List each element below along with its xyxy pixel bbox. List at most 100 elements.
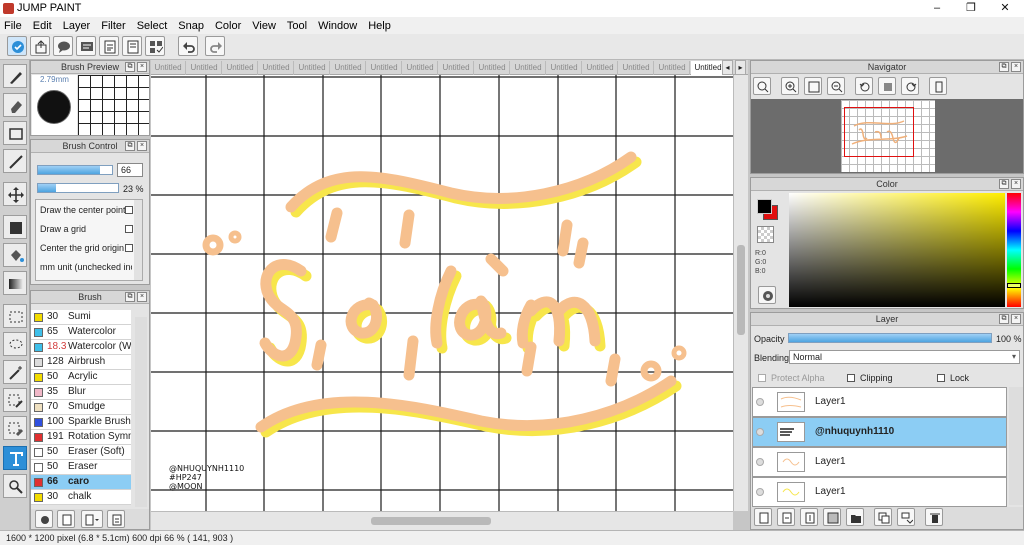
new-layer-icon[interactable] <box>754 508 772 526</box>
minimize-button[interactable]: – <box>920 0 954 17</box>
reset-view-icon[interactable] <box>929 77 947 95</box>
canvas-vertical-scrollbar[interactable] <box>733 75 748 511</box>
tab-untitled[interactable]: Untitled <box>151 61 186 75</box>
menu-snap[interactable]: Snap <box>178 20 204 32</box>
tab-untitled[interactable]: Untitled <box>403 61 438 75</box>
gradient-tool-icon[interactable] <box>3 271 27 295</box>
brush-list-item[interactable]: 35 Blur <box>31 385 131 400</box>
select-pen-tool-icon[interactable] <box>3 388 27 412</box>
brush-list-item[interactable]: 18.3 Watercolor (We <box>31 340 131 355</box>
brush-list-item[interactable]: 191 Rotation Symme <box>31 430 131 445</box>
brush-menu-icon[interactable] <box>81 510 103 528</box>
close-icon[interactable]: × <box>137 292 147 302</box>
options-scrollbar[interactable] <box>134 200 142 280</box>
magic-wand-tool-icon[interactable] <box>3 360 27 384</box>
tab-untitled[interactable]: Untitled <box>511 61 546 75</box>
blending-dropdown[interactable]: Normal ▾ <box>789 350 1020 364</box>
tab-untitled[interactable]: Untitled <box>187 61 222 75</box>
brush-size-slider[interactable] <box>37 165 113 175</box>
tab-untitled[interactable]: Untitled <box>655 61 690 75</box>
navigator-viewport[interactable] <box>751 99 1023 173</box>
menu-edit[interactable]: Edit <box>33 20 52 32</box>
check-icon[interactable] <box>7 36 27 56</box>
brush-tool-icon[interactable] <box>3 64 27 88</box>
menu-color[interactable]: Color <box>215 20 241 32</box>
menu-window[interactable]: Window <box>318 20 357 32</box>
close-icon[interactable]: × <box>1011 179 1021 189</box>
text-tool-icon[interactable] <box>3 446 27 470</box>
brush-properties-icon[interactable] <box>107 510 125 528</box>
redo-icon[interactable] <box>205 36 225 56</box>
bucket-tool-icon[interactable] <box>3 243 27 267</box>
tab-untitled[interactable]: Untitled <box>367 61 402 75</box>
rectangle-tool-icon[interactable] <box>3 121 27 145</box>
visibility-icon[interactable] <box>756 458 764 466</box>
canvas-horizontal-scrollbar[interactable] <box>151 511 733 530</box>
tab-untitled[interactable]: Untitled <box>619 61 654 75</box>
rotate-right-icon[interactable] <box>901 77 919 95</box>
visibility-icon[interactable] <box>756 488 764 496</box>
close-icon[interactable]: × <box>1011 62 1021 72</box>
maximize-button[interactable]: ❐ <box>954 0 988 17</box>
brush-list-item[interactable]: 30 chalk <box>31 490 131 505</box>
brush-list-item[interactable]: 50 Acrylic <box>31 370 131 385</box>
brush-list-item[interactable]: 65 Watercolor <box>31 325 131 340</box>
tab-untitled[interactable]: Untitled <box>547 61 582 75</box>
undo-icon[interactable] <box>178 36 198 56</box>
layer-row[interactable]: Layer1 <box>752 447 1007 477</box>
undock-icon[interactable]: ⧉ <box>999 314 1009 324</box>
zoom-hand-tool-icon[interactable] <box>3 474 27 498</box>
tab-untitled[interactable]: Untitled <box>583 61 618 75</box>
grid-layout-icon[interactable] <box>145 36 165 56</box>
lock-checkbox[interactable] <box>937 374 945 382</box>
horizontal-scroll-thumb[interactable] <box>371 517 491 525</box>
close-icon[interactable]: × <box>137 141 147 151</box>
close-icon[interactable]: × <box>137 62 147 72</box>
menu-help[interactable]: Help <box>368 20 391 32</box>
protect-alpha-checkbox[interactable] <box>758 374 766 382</box>
layer-row[interactable]: @nhuquynh1110 <box>752 417 1007 447</box>
duplicate-layer-icon[interactable] <box>874 508 892 526</box>
zoom-out-icon[interactable] <box>827 77 845 95</box>
tab-untitled[interactable]: Untitled <box>691 61 726 75</box>
brush-list-item[interactable]: 50 Eraser <box>31 460 131 475</box>
center-point-checkbox[interactable] <box>125 206 133 214</box>
draw-grid-checkbox[interactable] <box>125 225 133 233</box>
tab-untitled[interactable]: Untitled <box>295 61 330 75</box>
layer-row[interactable]: Layer1 <box>752 387 1007 417</box>
layer-list-scrollbar[interactable] <box>1009 387 1023 505</box>
layer-opacity-slider[interactable] <box>788 333 992 343</box>
saturation-value-picker[interactable] <box>789 193 1005 307</box>
brush-list-item[interactable]: 100 Sparkle Brush <box>31 415 131 430</box>
brush-opacity-slider[interactable] <box>37 183 119 193</box>
move-tool-icon[interactable] <box>3 182 27 206</box>
menu-file[interactable]: File <box>4 20 22 32</box>
undock-icon[interactable]: ⧉ <box>125 62 135 72</box>
brush-settings-icon[interactable] <box>35 510 53 528</box>
document-icon[interactable] <box>99 36 119 56</box>
tab-untitled[interactable]: Untitled <box>439 61 474 75</box>
close-button[interactable]: ✕ <box>988 0 1022 17</box>
share-icon[interactable] <box>30 36 50 56</box>
undock-icon[interactable]: ⧉ <box>999 179 1009 189</box>
new-8bit-layer-icon[interactable] <box>800 508 818 526</box>
tab-scroll-left-icon[interactable]: ◂ <box>722 60 733 75</box>
brush-list-item[interactable]: 66 caro <box>31 475 131 490</box>
undock-icon[interactable]: ⧉ <box>999 62 1009 72</box>
visibility-icon[interactable] <box>756 428 764 436</box>
tab-untitled[interactable]: Untitled <box>475 61 510 75</box>
brush-list-item[interactable]: 70 Smudge <box>31 400 131 415</box>
color-picker-settings-icon[interactable] <box>758 286 776 304</box>
menu-view[interactable]: View <box>252 20 276 32</box>
new-vector-layer-icon[interactable] <box>777 508 795 526</box>
brush-list-item[interactable]: 50 Eraser (Soft) <box>31 445 131 460</box>
foreground-color-swatch[interactable] <box>757 199 772 214</box>
menu-select[interactable]: Select <box>137 20 168 32</box>
layer-row[interactable]: Layer1 <box>752 477 1007 507</box>
hue-slider[interactable] <box>1007 193 1021 307</box>
flip-icon[interactable] <box>878 77 896 95</box>
tab-scroll-right-icon[interactable]: ▸ <box>735 60 746 75</box>
menu-layer[interactable]: Layer <box>63 20 91 32</box>
undock-icon[interactable]: ⧉ <box>125 292 135 302</box>
tone-layer-icon[interactable] <box>823 508 841 526</box>
